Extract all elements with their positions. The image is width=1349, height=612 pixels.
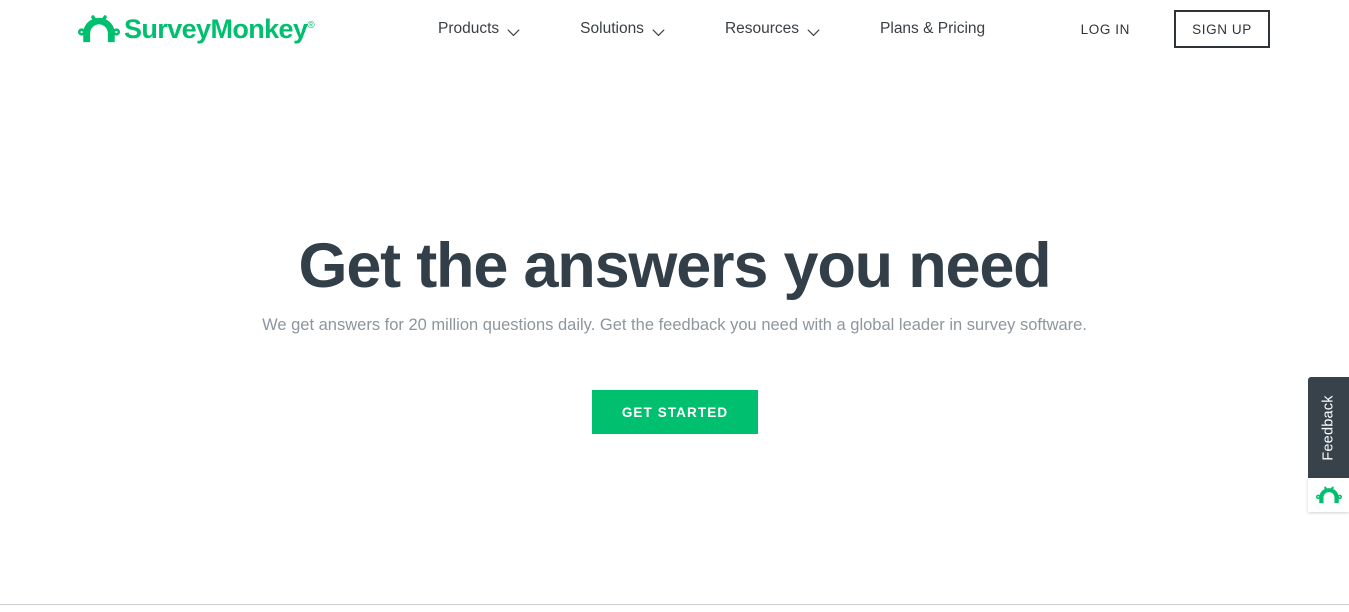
monkey-logo-icon: [78, 13, 120, 45]
chevron-down-icon: [652, 25, 665, 37]
brand-wordmark: SurveyMonkey®: [124, 13, 315, 44]
feedback-tab-label: Feedback: [1320, 394, 1337, 461]
brand-name-text: SurveyMonkey: [124, 13, 308, 44]
chevron-down-icon: [507, 25, 520, 37]
nav-item-plans-and-pricing-label: Plans & Pricing: [880, 20, 986, 38]
header-actions: LOG IN SIGN UP: [1081, 0, 1270, 58]
site-header: SurveyMonkey® Products Solutions Resourc…: [0, 0, 1349, 58]
nav-item-solutions[interactable]: Solutions: [580, 21, 665, 37]
page-title: Get the answers you need: [298, 231, 1052, 301]
brand-trademark: ®: [307, 19, 315, 31]
sign-up-button[interactable]: SIGN UP: [1174, 10, 1270, 48]
monkey-logo-icon: [1315, 485, 1342, 505]
nav-item-products-label: Products: [438, 20, 500, 38]
section-divider: [0, 604, 1349, 605]
chevron-down-icon: [807, 25, 820, 37]
hero-subtitle: We get answers for 20 million questions …: [262, 316, 1087, 334]
feedback-widget: Feedback: [1308, 377, 1349, 512]
brand-logo-link[interactable]: SurveyMonkey®: [78, 9, 315, 49]
nav-item-products[interactable]: Products: [438, 21, 520, 37]
main-navigation: Products Solutions Resources Plans & Pri…: [438, 0, 985, 58]
nav-item-plans-and-pricing[interactable]: Plans & Pricing: [880, 21, 985, 37]
feedback-tab-button[interactable]: Feedback: [1308, 377, 1349, 478]
nav-item-resources-label: Resources: [724, 20, 800, 38]
get-started-button[interactable]: GET STARTED: [592, 390, 758, 434]
nav-item-resources[interactable]: Resources: [725, 21, 820, 37]
feedback-logo-button[interactable]: [1308, 478, 1349, 512]
log-in-link[interactable]: LOG IN: [1081, 22, 1130, 37]
nav-item-solutions-label: Solutions: [580, 20, 644, 38]
hero-section: Get the answers you need We get answers …: [0, 58, 1349, 604]
